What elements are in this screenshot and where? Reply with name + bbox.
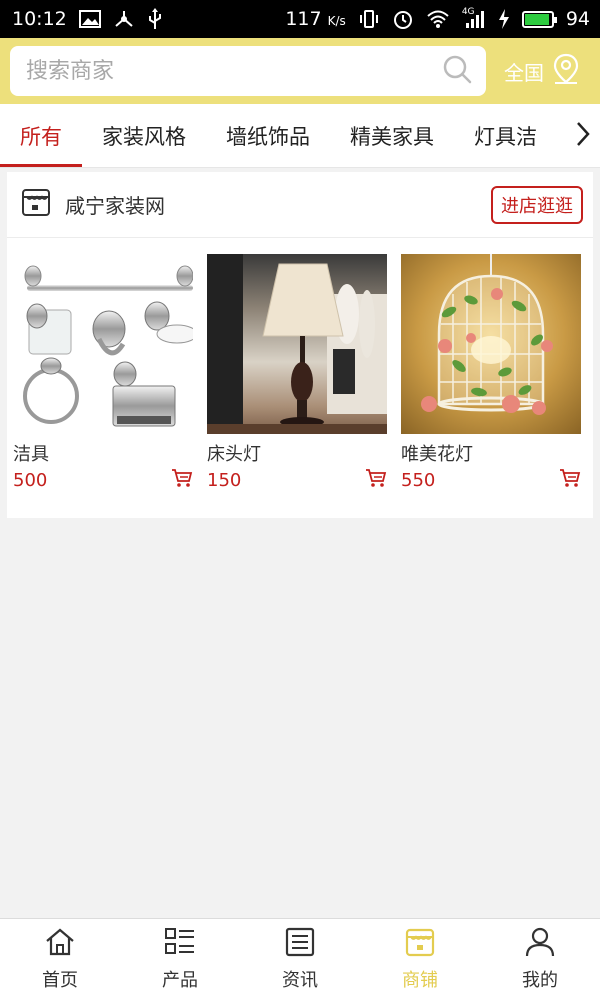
news-icon <box>284 927 316 962</box>
product-price: 150 <box>207 469 242 491</box>
nav-profile[interactable]: 我的 <box>480 919 600 1000</box>
nav-label: 我的 <box>522 970 558 991</box>
battery-icon <box>521 10 557 28</box>
share-icon <box>113 9 135 29</box>
gallery-icon <box>78 10 101 28</box>
nav-news[interactable]: 资讯 <box>240 919 360 1000</box>
nav-home[interactable]: 首页 <box>0 919 120 1000</box>
signal-icon: 4G <box>462 7 486 29</box>
status-right: 117 K/s 4G 94 <box>285 7 590 30</box>
category-tabs: 所有 家装风格 墙纸饰品 精美家具 灯具洁 <box>0 104 600 168</box>
tab-lamps-sanitary[interactable]: 灯具洁 <box>454 104 557 167</box>
chevron-right-icon <box>575 120 591 152</box>
product-card[interactable]: 洁具 500 <box>13 254 193 492</box>
product-card[interactable]: 床头灯 150 <box>207 254 387 492</box>
product-card[interactable]: 唯美花灯 550 <box>401 254 581 492</box>
product-price-row: 500 <box>13 468 193 492</box>
charging-icon <box>498 9 510 29</box>
home-icon <box>44 927 76 962</box>
product-name[interactable]: 洁具 <box>13 440 193 466</box>
cart-icon[interactable] <box>365 468 387 492</box>
search-header: 全国 <box>0 38 600 104</box>
nav-label: 产品 <box>162 970 198 991</box>
product-image-floral-lamp[interactable] <box>401 254 581 434</box>
shop-header: 咸宁家装网 进店逛逛 <box>7 172 593 238</box>
product-name[interactable]: 床头灯 <box>207 440 387 466</box>
tab-all[interactable]: 所有 <box>0 104 82 167</box>
battery-level: 94 <box>565 8 590 30</box>
list-icon <box>164 927 196 962</box>
nav-label: 资讯 <box>282 970 318 991</box>
alarm-icon <box>392 8 414 30</box>
nav-label: 商铺 <box>402 970 438 991</box>
product-price-row: 550 <box>401 468 581 492</box>
nav-products[interactable]: 产品 <box>120 919 240 1000</box>
cart-icon[interactable] <box>559 468 581 492</box>
store-icon <box>404 927 436 962</box>
cart-icon[interactable] <box>171 468 193 492</box>
visit-shop-button[interactable]: 进店逛逛 <box>491 185 583 224</box>
status-left: 10:12 <box>12 8 163 30</box>
tab-wallpaper[interactable]: 墙纸饰品 <box>206 104 330 167</box>
tab-decor-style[interactable]: 家装风格 <box>82 104 206 167</box>
product-price: 550 <box>401 469 436 491</box>
product-name[interactable]: 唯美花灯 <box>401 440 581 466</box>
usb-icon <box>147 8 163 30</box>
user-icon <box>524 927 556 962</box>
vibrate-icon <box>358 9 380 29</box>
product-image-bedside-lamp[interactable] <box>207 254 387 434</box>
product-price: 500 <box>13 469 48 491</box>
product-image-bathroom-fixtures[interactable] <box>13 254 193 434</box>
shop-icon <box>21 187 51 222</box>
shop-card: 咸宁家装网 进店逛逛 洁具 500 床头灯 150 唯美花灯 550 <box>7 172 593 518</box>
location-pin-icon <box>552 53 580 90</box>
bottom-nav: 首页 产品 资讯 商铺 我的 <box>0 918 600 1000</box>
shop-title[interactable]: 咸宁家装网 <box>21 187 165 222</box>
product-list: 洁具 500 床头灯 150 唯美花灯 550 <box>7 238 593 492</box>
status-bar: 10:12 117 K/s 4G 94 <box>0 0 600 38</box>
tabs-next-button[interactable] <box>566 104 600 167</box>
nav-label: 首页 <box>42 970 78 991</box>
network-speed: 117 K/s <box>285 8 346 30</box>
shop-name: 咸宁家装网 <box>65 194 165 218</box>
status-time: 10:12 <box>12 8 67 30</box>
product-price-row: 150 <box>207 468 387 492</box>
search-icon[interactable] <box>442 54 472 88</box>
search-input[interactable] <box>26 58 406 84</box>
region-selector[interactable]: 全国 <box>504 53 580 90</box>
wifi-icon <box>426 9 450 29</box>
tab-furniture[interactable]: 精美家具 <box>330 104 454 167</box>
region-label: 全国 <box>504 60 544 85</box>
nav-stores[interactable]: 商铺 <box>360 919 480 1000</box>
search-box[interactable] <box>10 46 486 96</box>
